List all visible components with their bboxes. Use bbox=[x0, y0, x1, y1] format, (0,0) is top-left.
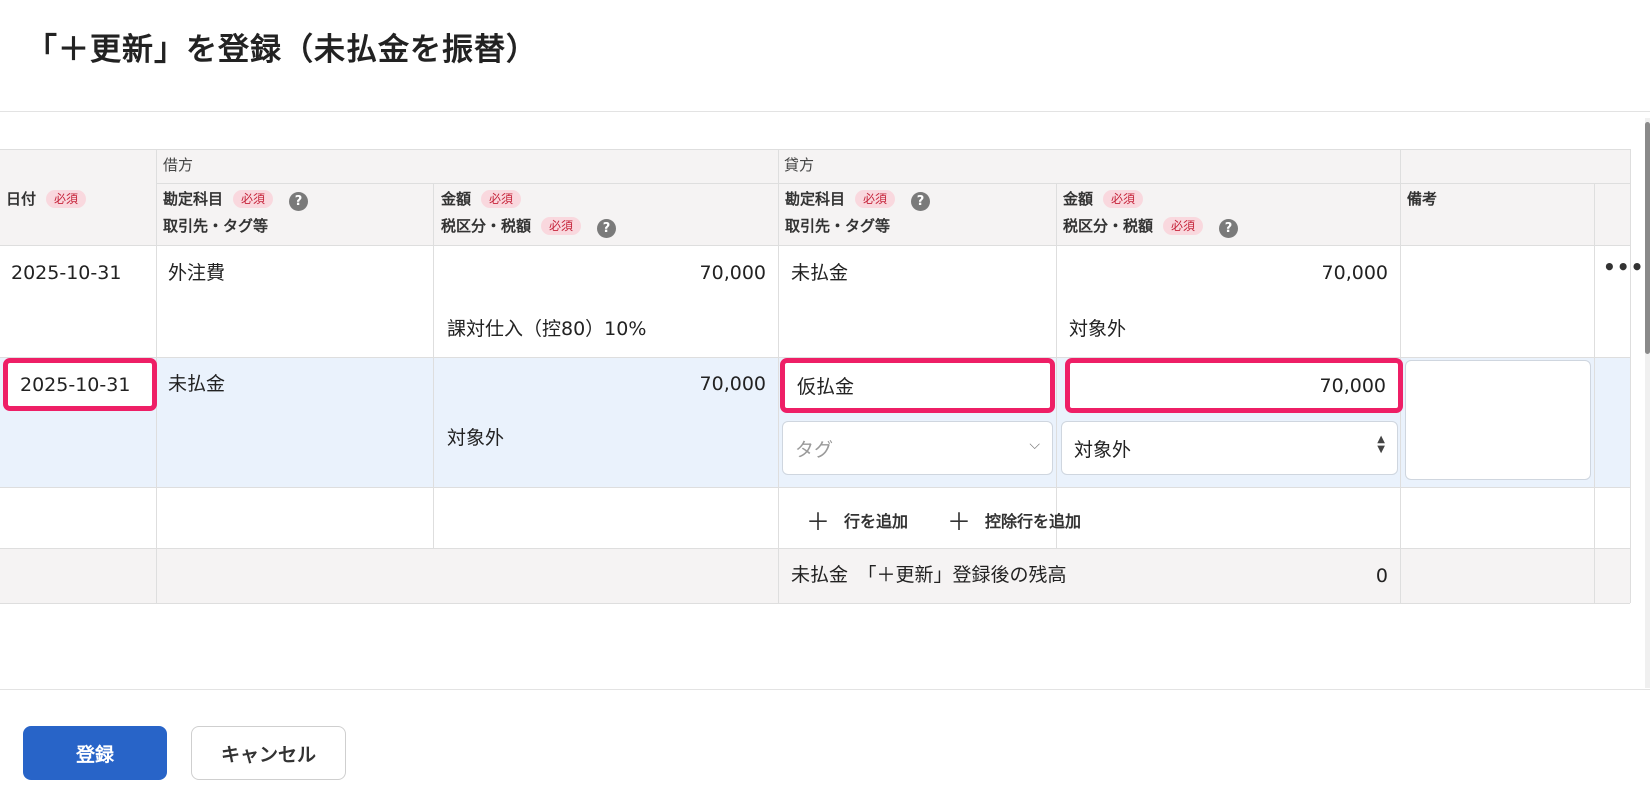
credit-account-input[interactable]: 仮払金 bbox=[780, 358, 1055, 413]
required-badge: 必須 bbox=[541, 217, 582, 235]
row1-credit-amount: 70,000 bbox=[1321, 262, 1388, 284]
required-badge: 必須 bbox=[46, 190, 87, 208]
debit-amount-header: 金額 必須 bbox=[441, 189, 522, 209]
balance-value: 0 bbox=[1375, 565, 1388, 587]
required-badge: 必須 bbox=[855, 190, 896, 208]
header-divider bbox=[0, 111, 1650, 112]
required-badge: 必須 bbox=[1103, 190, 1144, 208]
row2-debit-account: 未払金 bbox=[168, 373, 226, 395]
add-row-button[interactable]: ＋行を追加 bbox=[806, 502, 908, 537]
required-badge: 必須 bbox=[481, 190, 522, 208]
date-header: 日付 必須 bbox=[6, 189, 87, 209]
scrollbar-thumb[interactable] bbox=[1645, 122, 1650, 354]
debit-account-header: 勘定科目 必須? bbox=[163, 189, 309, 211]
help-icon[interactable]: ? bbox=[911, 192, 931, 211]
row1-date: 2025-10-31 bbox=[11, 262, 122, 284]
row1-credit-tax: 対象外 bbox=[1069, 318, 1127, 340]
row1-debit-tax: 課対仕入（控80）10% bbox=[447, 318, 647, 340]
tag-placeholder: タグ bbox=[795, 438, 834, 461]
cancel-button[interactable]: キャンセル bbox=[191, 726, 346, 780]
debit-tax-header: 税区分・税額 必須? bbox=[441, 216, 617, 238]
add-deduction-row-button[interactable]: ＋控除行を追加 bbox=[947, 502, 1081, 537]
date-input[interactable]: 2025-10-31 bbox=[3, 358, 157, 411]
credit-tax-select[interactable]: 対象外 ▲ ▼ bbox=[1061, 421, 1398, 475]
row1-credit-account: 未払金 bbox=[791, 262, 849, 284]
credit-tag-select[interactable]: タグ ⌵ bbox=[782, 421, 1053, 475]
credit-tax-value: 対象外 bbox=[1074, 438, 1132, 461]
required-badge: 必須 bbox=[1163, 217, 1204, 235]
more-options-icon[interactable]: ••• bbox=[1603, 255, 1644, 279]
row2-debit-amount: 70,000 bbox=[699, 373, 766, 395]
memo-header: 備考 bbox=[1407, 190, 1438, 208]
row1-debit-account: 外注費 bbox=[168, 262, 226, 284]
debit-partner-header: 取引先・タグ等 bbox=[163, 217, 269, 235]
footer-divider bbox=[0, 689, 1650, 690]
credit-amount-input[interactable]: 70,000 bbox=[1065, 358, 1403, 413]
plus-icon: ＋ bbox=[806, 508, 830, 536]
help-icon[interactable]: ? bbox=[289, 192, 309, 211]
row2-debit-tax: 対象外 bbox=[447, 427, 505, 449]
memo-textarea[interactable] bbox=[1405, 360, 1591, 480]
help-icon[interactable]: ? bbox=[597, 219, 617, 238]
register-button[interactable]: 登録 bbox=[23, 726, 167, 780]
credit-account-header: 勘定科目 必須? bbox=[785, 189, 931, 211]
help-icon[interactable]: ? bbox=[1219, 219, 1239, 238]
credit-group-header: 貸方 bbox=[784, 156, 815, 174]
credit-amount-header: 金額 必須 bbox=[1063, 189, 1144, 209]
updown-arrows-icon: ▲ ▼ bbox=[1377, 434, 1385, 455]
credit-tax-header: 税区分・税額 必須? bbox=[1063, 216, 1239, 238]
plus-icon: ＋ bbox=[947, 508, 971, 536]
credit-partner-header: 取引先・タグ等 bbox=[785, 217, 891, 235]
debit-group-header: 借方 bbox=[163, 156, 194, 174]
required-badge: 必須 bbox=[233, 190, 274, 208]
page-title: 「＋更新」を登録（未払金を振替） bbox=[26, 32, 538, 68]
chevron-down-icon: ⌵ bbox=[1029, 437, 1040, 453]
balance-label: 未払金 「＋更新」登録後の残高 bbox=[791, 564, 1067, 586]
row1-debit-amount: 70,000 bbox=[699, 262, 766, 284]
